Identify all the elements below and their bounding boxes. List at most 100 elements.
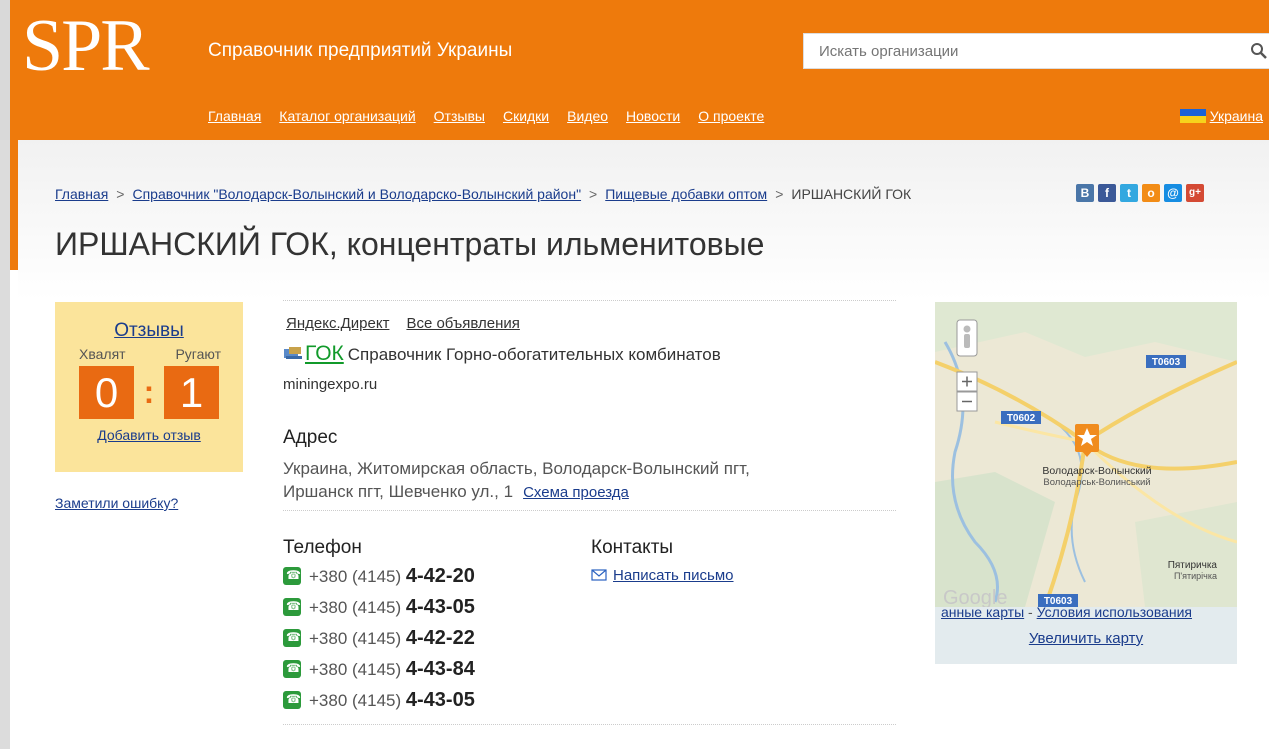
- breadcrumb-category[interactable]: Пищевые добавки оптом: [605, 186, 767, 202]
- reviews-labels: Хвалят Ругают: [55, 346, 243, 362]
- mailru-icon[interactable]: @: [1164, 184, 1182, 202]
- phone-prefix: +380 (4145): [309, 629, 402, 648]
- divider: [283, 300, 896, 301]
- add-review-link[interactable]: Добавить отзыв: [97, 427, 201, 443]
- nav-news[interactable]: Новости: [626, 108, 680, 124]
- breadcrumb-separator: >: [116, 186, 125, 202]
- divider: [283, 510, 896, 511]
- phones-section: Телефон +380 (4145) 4-42-20 +380 (4145) …: [283, 523, 896, 714]
- nav-discounts[interactable]: Скидки: [503, 108, 549, 124]
- left-border: [0, 140, 10, 749]
- map-city-label: Володарск-Волынский: [1042, 465, 1151, 477]
- map-city-label-ua: Володарськ-Волинський: [1043, 477, 1150, 488]
- odnoklassniki-icon[interactable]: o: [1142, 184, 1160, 202]
- zoom-in-icon[interactable]: [956, 371, 978, 392]
- location-map: T0603 T0602 T0603 Володарск-Волынский Во…: [935, 302, 1237, 664]
- blame-count: 1: [164, 366, 219, 419]
- site-tagline: Справочник предприятий Украины: [208, 40, 513, 61]
- map-footer: анные карты - Условия использования: [941, 604, 1192, 620]
- ukraine-flag-icon: [1179, 109, 1206, 123]
- terms-link[interactable]: Условия использования: [1037, 604, 1192, 620]
- enlarge-map-link[interactable]: Увеличить карту: [1029, 630, 1143, 647]
- map-graphic: T0603 T0602 T0603 Володарск-Волынский Во…: [935, 302, 1237, 607]
- phone-item: +380 (4145) 4-43-05: [283, 596, 896, 621]
- search-box: [803, 33, 1269, 69]
- phone-icon: [283, 660, 301, 678]
- praise-label: Хвалят: [79, 346, 126, 362]
- search-input[interactable]: [804, 34, 1224, 68]
- breadcrumb-current: ИРШАНСКИЙ ГОК: [791, 186, 912, 202]
- title-background: [18, 140, 1269, 300]
- phone-item: +380 (4145) 4-43-05: [283, 689, 896, 714]
- phone-prefix: +380 (4145): [309, 567, 402, 586]
- praise-count: 0: [79, 366, 134, 419]
- ad-text: Справочник Горно-обогатительных комбинат…: [347, 345, 721, 364]
- country-link[interactable]: Украина: [1210, 108, 1263, 124]
- phone-icon: [283, 629, 301, 647]
- map-village-label: Пятиричка: [1168, 560, 1218, 571]
- nav-video[interactable]: Видео: [567, 108, 608, 124]
- phone-prefix: +380 (4145): [309, 691, 402, 710]
- ad-title-link[interactable]: ГОК: [305, 342, 344, 365]
- map-footer-separator: -: [1024, 604, 1037, 620]
- pegman-icon[interactable]: [956, 319, 978, 357]
- phone-item: +380 (4145) 4-43-84: [283, 658, 896, 683]
- twitter-icon[interactable]: t: [1120, 184, 1138, 202]
- mail-icon: [591, 569, 607, 581]
- phone-number: 4-42-22: [405, 627, 475, 649]
- breadcrumb-home[interactable]: Главная: [55, 186, 108, 202]
- zoom-out-icon[interactable]: [956, 391, 978, 412]
- breadcrumb-separator: >: [775, 186, 784, 202]
- score-colon: :: [143, 374, 155, 410]
- map-data-link[interactable]: анные карты: [941, 604, 1024, 620]
- vk-icon[interactable]: В: [1076, 184, 1094, 202]
- all-ads-link[interactable]: Все объявления: [406, 315, 519, 332]
- address-line-2: Иршанск пгт, Шевченко ул., 1: [283, 482, 514, 501]
- phone-number: 4-43-05: [405, 689, 475, 711]
- facebook-icon[interactable]: f: [1098, 184, 1116, 202]
- ad-favicon-icon: [284, 347, 302, 359]
- googleplus-icon[interactable]: g+: [1186, 184, 1204, 202]
- route-map-link[interactable]: Схема проезда: [523, 484, 629, 501]
- report-error-link[interactable]: Заметили ошибку?: [55, 495, 178, 511]
- map-village-label-ua: П'ятирічка: [1174, 571, 1217, 581]
- address-text: Украина, Житомирская область, Володарск-…: [283, 457, 896, 504]
- ad-item: ГОК Справочник Горно-обогатительных комби…: [283, 342, 896, 366]
- address-section: Адрес Украина, Житомирская область, Воло…: [283, 427, 896, 504]
- breadcrumb-directory[interactable]: Справочник "Володарск-Волынский и Волода…: [132, 186, 581, 202]
- nav-about[interactable]: О проекте: [698, 108, 764, 124]
- search-icon[interactable]: [1250, 42, 1268, 60]
- write-letter-link[interactable]: Написать письмо: [613, 567, 734, 584]
- review-score: 0 : 1: [55, 366, 243, 419]
- phone-number: 4-42-20: [405, 565, 475, 587]
- address-line-1: Украина, Житомирская область, Володарск-…: [283, 459, 750, 478]
- road-label-1: T0603: [1152, 357, 1181, 368]
- reviews-title-link[interactable]: Отзывы: [55, 320, 243, 342]
- orange-edge: [10, 140, 18, 270]
- main-nav: Главная Каталог организаций Отзывы Скидки Ви…: [208, 108, 782, 124]
- phone-number: 4-43-84: [405, 658, 475, 680]
- blame-label: Ругают: [175, 346, 221, 362]
- site-header: SPR Справочник предприятий Украины Главн…: [0, 0, 1269, 140]
- map-canvas[interactable]: T0603 T0602 T0603 Володарск-Волынский Во…: [935, 302, 1237, 607]
- phone-icon: [283, 691, 301, 709]
- road-label-2: T0602: [1007, 413, 1036, 424]
- ad-domain: miningexpo.ru: [283, 376, 378, 393]
- nav-catalog[interactable]: Каталог организаций: [279, 108, 415, 124]
- social-share: В f t o @ g+: [1076, 184, 1204, 202]
- phone-heading: Телефон: [283, 537, 362, 558]
- phone-item: +380 (4145) 4-42-22: [283, 627, 896, 652]
- phone-icon: [283, 567, 301, 585]
- phone-prefix: +380 (4145): [309, 660, 402, 679]
- breadcrumb-separator: >: [589, 186, 598, 202]
- site-logo[interactable]: SPR: [22, 6, 150, 86]
- phone-icon: [283, 598, 301, 616]
- divider: [283, 724, 896, 725]
- yandex-direct-link[interactable]: Яндекс.Директ: [286, 315, 389, 332]
- ads-header: Яндекс.Директ Все объявления: [283, 315, 896, 332]
- nav-reviews[interactable]: Отзывы: [434, 108, 485, 124]
- nav-home[interactable]: Главная: [208, 108, 261, 124]
- phone-item: +380 (4145) 4-42-20: [283, 565, 896, 590]
- contacts-heading: Контакты: [591, 537, 674, 558]
- phone-prefix: +380 (4145): [309, 598, 402, 617]
